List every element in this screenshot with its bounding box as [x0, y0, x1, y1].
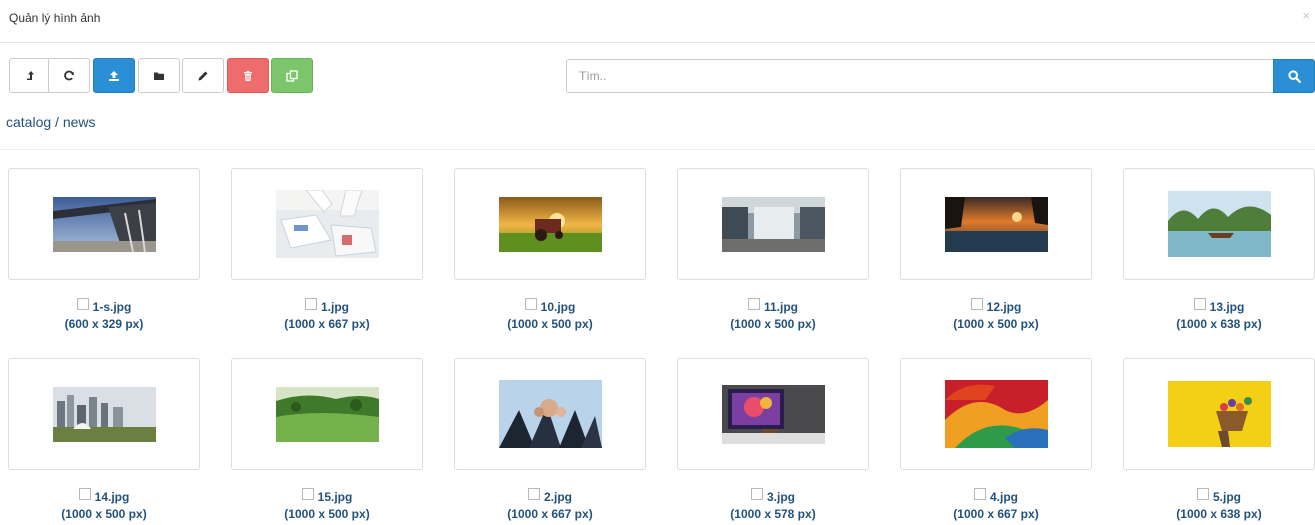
rename-button[interactable] — [182, 58, 224, 93]
select-checkbox[interactable] — [78, 487, 91, 500]
upload-icon — [109, 70, 119, 81]
select-checkbox[interactable] — [527, 487, 540, 500]
file-name[interactable]: 2.jpg — [544, 489, 572, 506]
breadcrumb-separator: / — [55, 114, 63, 130]
file-dimensions: (600 x 329 px) — [64, 317, 144, 331]
image-item: 3.jpg (1000 x 578 px) — [677, 358, 869, 521]
close-icon[interactable]: × — [1302, 9, 1310, 22]
thumbnail-image — [1167, 191, 1271, 257]
select-checkbox[interactable] — [750, 487, 763, 500]
image-thumbnail[interactable] — [900, 358, 1092, 470]
select-checkbox[interactable] — [76, 297, 89, 310]
image-thumbnail[interactable] — [677, 358, 869, 470]
thumbnail-image — [275, 190, 379, 258]
copy-button[interactable] — [271, 58, 313, 93]
level-up-icon — [27, 70, 34, 80]
image-thumbnail[interactable] — [454, 168, 646, 280]
breadcrumb: catalog / news — [6, 114, 96, 130]
search-icon — [1287, 69, 1301, 83]
pencil-icon — [198, 71, 208, 80]
thumbnail-image — [944, 196, 1048, 252]
breadcrumb-item-catalog[interactable]: catalog — [6, 114, 51, 130]
image-manager-modal: Quản lý hình ảnh × Tìm.. catalog / news … — [0, 0, 1315, 525]
image-thumbnail[interactable] — [1123, 168, 1315, 280]
modal-header: Quản lý hình ảnh × — [0, 0, 1315, 43]
select-checkbox[interactable] — [304, 297, 317, 310]
thumbnail-image — [1167, 381, 1271, 447]
file-dimensions: (1000 x 578 px) — [730, 507, 816, 521]
thumbnail-image — [52, 196, 156, 252]
file-name[interactable]: 12.jpg — [987, 299, 1022, 316]
folder-icon — [154, 72, 164, 80]
image-item: 2.jpg (1000 x 667 px) — [454, 358, 646, 521]
file-dimensions: (1000 x 500 px) — [61, 507, 147, 521]
file-dimensions: (1000 x 638 px) — [1176, 317, 1262, 331]
file-name[interactable]: 11.jpg — [764, 299, 798, 316]
file-dimensions: (1000 x 667 px) — [953, 507, 1039, 521]
image-item: 1.jpg (1000 x 667 px) — [231, 168, 423, 331]
file-dimensions: (1000 x 667 px) — [284, 317, 370, 331]
image-item: 14.jpg (1000 x 500 px) — [8, 358, 200, 521]
modal-title: Quản lý hình ảnh — [9, 11, 101, 25]
select-checkbox[interactable] — [747, 297, 760, 310]
select-checkbox[interactable] — [301, 487, 314, 500]
select-checkbox[interactable] — [1193, 297, 1206, 310]
select-checkbox[interactable] — [973, 487, 986, 500]
refresh-button[interactable] — [48, 58, 90, 93]
file-dimensions: (1000 x 500 px) — [730, 317, 816, 331]
file-name[interactable]: 1-s.jpg — [93, 299, 132, 316]
divider — [0, 149, 1315, 150]
thumbnail-image — [498, 196, 602, 252]
image-thumbnail[interactable] — [1123, 358, 1315, 470]
thumbnail-image — [944, 380, 1048, 448]
file-dimensions: (1000 x 500 px) — [507, 317, 593, 331]
thumbnail-image — [52, 386, 156, 442]
upload-button[interactable] — [93, 58, 135, 93]
select-checkbox[interactable] — [524, 297, 537, 310]
refresh-icon — [64, 70, 74, 80]
image-item: 1-s.jpg (600 x 329 px) — [8, 168, 200, 331]
image-item: 11.jpg (1000 x 500 px) — [677, 168, 869, 331]
file-name[interactable]: 3.jpg — [767, 489, 795, 506]
image-thumbnail[interactable] — [8, 168, 200, 280]
trash-icon — [244, 70, 252, 81]
file-name[interactable]: 13.jpg — [1210, 299, 1245, 316]
file-dimensions: (1000 x 638 px) — [1176, 507, 1262, 521]
thumbnail-image — [498, 380, 602, 448]
file-name[interactable]: 1.jpg — [321, 299, 349, 316]
image-item: 15.jpg (1000 x 500 px) — [231, 358, 423, 521]
file-dimensions: (1000 x 500 px) — [284, 507, 370, 521]
image-thumbnail[interactable] — [454, 358, 646, 470]
image-thumbnail[interactable] — [8, 358, 200, 470]
image-item: 12.jpg (1000 x 500 px) — [900, 168, 1092, 331]
file-name[interactable]: 10.jpg — [541, 299, 576, 316]
file-dimensions: (1000 x 667 px) — [507, 507, 593, 521]
file-name[interactable]: 14.jpg — [95, 489, 130, 506]
image-item: 4.jpg (1000 x 667 px) — [900, 358, 1092, 521]
breadcrumb-item-news[interactable]: news — [63, 114, 96, 130]
new-folder-button[interactable] — [138, 58, 180, 93]
thumbnail-image — [275, 386, 379, 442]
copy-icon — [286, 69, 298, 82]
file-name[interactable]: 15.jpg — [318, 489, 353, 506]
search-button[interactable] — [1273, 59, 1315, 93]
image-thumbnail[interactable] — [231, 168, 423, 280]
thumbnail-image — [721, 196, 825, 252]
image-item: 5.jpg (1000 x 638 px) — [1123, 358, 1315, 521]
image-item: 10.jpg (1000 x 500 px) — [454, 168, 646, 331]
image-thumbnail[interactable] — [900, 168, 1092, 280]
file-dimensions: (1000 x 500 px) — [953, 317, 1039, 331]
delete-button[interactable] — [227, 58, 269, 93]
select-checkbox[interactable] — [970, 297, 983, 310]
image-thumbnail[interactable] — [677, 168, 869, 280]
thumbnail-image — [721, 384, 825, 444]
image-item: 13.jpg (1000 x 638 px) — [1123, 168, 1315, 331]
search-input[interactable] — [566, 59, 1273, 93]
image-thumbnail[interactable] — [231, 358, 423, 470]
parent-folder-button[interactable] — [9, 58, 51, 93]
file-name[interactable]: 5.jpg — [1213, 489, 1241, 506]
select-checkbox[interactable] — [1196, 487, 1209, 500]
file-name[interactable]: 4.jpg — [990, 489, 1018, 506]
image-grid: 1-s.jpg (600 x 329 px) 1.jpg (1000 x 667… — [8, 168, 1315, 521]
